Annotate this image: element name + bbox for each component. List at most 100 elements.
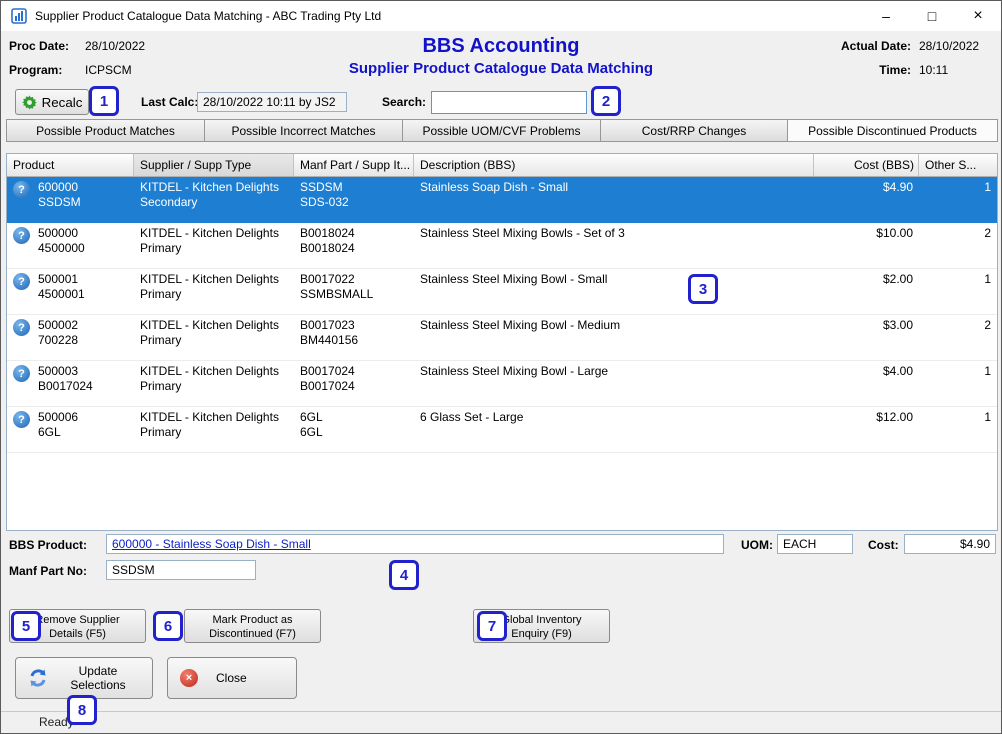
cost-cell: $4.00 — [814, 361, 919, 406]
proc-date-value: 28/10/2022 — [85, 39, 145, 53]
tab-cost-rrp-changes[interactable]: Cost/RRP Changes — [601, 119, 788, 142]
supplier-cell: KITDEL - Kitchen Delights Primary — [134, 269, 294, 314]
column-header-other[interactable]: Other S... — [919, 154, 997, 176]
supplier-cell: KITDEL - Kitchen Delights Secondary — [134, 177, 294, 222]
search-label: Search: — [382, 95, 426, 109]
column-header-manf-part[interactable]: Manf Part / Supp It... — [294, 154, 414, 176]
close-button[interactable]: × Close — [167, 657, 297, 699]
update-selections-label: Update Selections — [56, 664, 140, 692]
header-center: BBS Accounting Supplier Product Catalogu… — [151, 34, 851, 79]
cost-cell: $10.00 — [814, 223, 919, 268]
table-row[interactable]: ? 600000 SSDSM KITDEL - Kitchen Delights… — [7, 177, 997, 223]
other-cell: 1 — [919, 407, 997, 452]
cost-cell: $3.00 — [814, 315, 919, 360]
annotation-marker-5: 5 — [11, 611, 41, 641]
uom-label: UOM: — [741, 538, 773, 552]
annotation-marker-6: 6 — [153, 611, 183, 641]
uom-field: EACH — [777, 534, 853, 554]
supplier-cell: KITDEL - Kitchen Delights Primary — [134, 223, 294, 268]
close-button-label: Close — [216, 671, 247, 685]
column-header-cost[interactable]: Cost (BBS) — [814, 154, 919, 176]
maximize-button[interactable]: □ — [909, 1, 955, 31]
question-icon: ? — [13, 273, 30, 290]
cost-cell: $12.00 — [814, 407, 919, 452]
product-cell: ? 500002 700228 — [7, 315, 134, 360]
table-row[interactable]: ? 500000 4500000 KITDEL - Kitchen Deligh… — [7, 223, 997, 269]
other-cell: 1 — [919, 177, 997, 222]
manf-part-cell: B0017023 BM440156 — [294, 315, 414, 360]
table-row[interactable]: ? 500001 4500001 KITDEL - Kitchen Deligh… — [7, 269, 997, 315]
manf-part-cell: 6GL 6GL — [294, 407, 414, 452]
bbs-product-field: 600000 - Stainless Soap Dish - Small — [106, 534, 724, 554]
manf-part-cell: B0017024 B0017024 — [294, 361, 414, 406]
description-cell: Stainless Steel Mixing Bowls - Set of 3 — [414, 223, 814, 268]
description-cell: 6 Glass Set - Large — [414, 407, 814, 452]
cost-cell: $4.90 — [814, 177, 919, 222]
time-label: Time: — [841, 63, 911, 77]
header-left: Proc Date: 28/10/2022 Program: ICPSCM — [9, 39, 145, 77]
proc-date-label: Proc Date: — [9, 39, 79, 53]
supplier-cell: KITDEL - Kitchen Delights Primary — [134, 407, 294, 452]
close-window-button[interactable]: × — [955, 1, 1001, 31]
page-title: Supplier Product Catalogue Data Matching — [151, 58, 851, 79]
supplier-cell: KITDEL - Kitchen Delights Primary — [134, 315, 294, 360]
mark-product-discontinued-button[interactable]: Mark Product as Discontinued (F7) — [184, 609, 321, 643]
annotation-marker-8: 8 — [67, 695, 97, 725]
annotation-marker-1: 1 — [89, 86, 119, 116]
table-row[interactable]: ? 500003 B0017024 KITDEL - Kitchen Delig… — [7, 361, 997, 407]
status-bar: Ready — [1, 711, 1001, 733]
column-header-supplier[interactable]: Supplier / Supp Type — [134, 154, 294, 176]
update-selections-button[interactable]: Update Selections — [15, 657, 153, 699]
actual-date-label: Actual Date: — [841, 39, 911, 53]
table-row[interactable]: ? 500002 700228 KITDEL - Kitchen Delight… — [7, 315, 997, 361]
column-header-description[interactable]: Description (BBS) — [414, 154, 814, 176]
question-icon: ? — [13, 365, 30, 382]
bbs-product-link[interactable]: 600000 - Stainless Soap Dish - Small — [112, 537, 311, 551]
tab-possible-product-matches[interactable]: Possible Product Matches — [6, 119, 205, 142]
actual-date-value: 28/10/2022 — [919, 39, 991, 53]
tab-possible-discontinued-products[interactable]: Possible Discontinued Products — [788, 119, 998, 142]
table-body: ? 600000 SSDSM KITDEL - Kitchen Delights… — [7, 177, 997, 453]
cost-label: Cost: — [868, 538, 899, 552]
description-cell: Stainless Steel Mixing Bowl - Small — [414, 269, 814, 314]
question-icon: ? — [13, 319, 30, 336]
app-title: BBS Accounting — [151, 34, 851, 58]
title-bar: Supplier Product Catalogue Data Matching… — [1, 1, 1001, 31]
header-right: Actual Date: 28/10/2022 Time: 10:11 — [841, 39, 991, 77]
other-cell: 2 — [919, 223, 997, 268]
column-header-product[interactable]: Product — [7, 154, 134, 176]
tab-possible-incorrect-matches[interactable]: Possible Incorrect Matches — [205, 119, 403, 142]
update-selections-icon — [28, 668, 48, 688]
cost-field: $4.90 — [904, 534, 996, 554]
question-icon: ? — [13, 227, 30, 244]
manf-part-no-field[interactable]: SSDSM — [106, 560, 256, 580]
description-cell: Stainless Soap Dish - Small — [414, 177, 814, 222]
table-header: Product Supplier / Supp Type Manf Part /… — [7, 154, 997, 177]
question-icon: ? — [13, 411, 30, 428]
minimize-button[interactable]: – — [863, 1, 909, 31]
question-icon: ? — [13, 181, 30, 198]
close-button-icon: × — [180, 669, 198, 687]
supplier-cell: KITDEL - Kitchen Delights Primary — [134, 361, 294, 406]
recalc-button[interactable]: Recalc — [15, 89, 89, 115]
search-input[interactable] — [431, 91, 587, 114]
manf-part-no-label: Manf Part No: — [9, 564, 87, 578]
description-cell: Stainless Steel Mixing Bowl - Large — [414, 361, 814, 406]
annotation-marker-4: 4 — [389, 560, 419, 590]
product-cell: ? 500000 4500000 — [7, 223, 134, 268]
manf-part-cell: B0017022 SSMBSMALL — [294, 269, 414, 314]
recalc-button-label: Recalc — [42, 95, 83, 110]
last-calc-label: Last Calc: — [141, 95, 198, 109]
tab-possible-uom-cvf-problems[interactable]: Possible UOM/CVF Problems — [403, 119, 601, 142]
last-calc-field: 28/10/2022 10:11 by JS2 — [197, 92, 347, 112]
table-row[interactable]: ? 500006 6GL KITDEL - Kitchen Delights P… — [7, 407, 997, 453]
bbs-product-label: BBS Product: — [9, 538, 87, 552]
program-label: Program: — [9, 63, 79, 77]
window-controls: – □ × — [863, 1, 1001, 31]
product-cell: ? 600000 SSDSM — [7, 177, 134, 222]
annotation-marker-3: 3 — [688, 274, 718, 304]
annotation-marker-7: 7 — [477, 611, 507, 641]
product-cell: ? 500001 4500001 — [7, 269, 134, 314]
app-window: Supplier Product Catalogue Data Matching… — [0, 0, 1002, 734]
program-value: ICPSCM — [85, 63, 145, 77]
